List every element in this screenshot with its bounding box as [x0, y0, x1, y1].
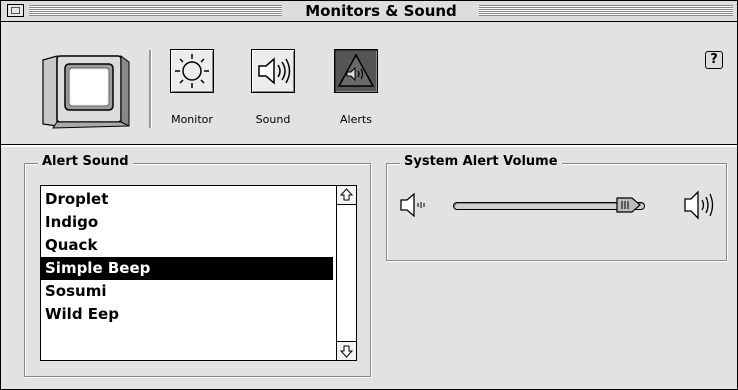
title-stripes-left [29, 5, 282, 16]
volume-slider-thumb[interactable] [616, 194, 642, 216]
list-item[interactable]: Indigo [41, 211, 333, 234]
list-item-selected[interactable]: Simple Beep [41, 257, 333, 280]
list-scrollbar[interactable] [336, 186, 356, 360]
monitor-button-face[interactable] [170, 49, 214, 93]
window-title: Monitors & Sound [286, 2, 476, 20]
alert-sound-list[interactable]: Droplet Indigo Quack Simple Beep Sosumi … [40, 185, 357, 361]
toolbar-divider [149, 50, 152, 128]
alert-sound-group: Alert Sound Droplet Indigo Quack Simple … [24, 154, 371, 377]
scroll-up-button[interactable] [337, 186, 356, 205]
title-bar[interactable]: Monitors & Sound [1, 1, 737, 22]
control-panel-header: Monitor Sound Alerts ? [1, 22, 737, 147]
monitor-button[interactable]: Monitor [170, 49, 228, 126]
alerts-pane: Alert Sound Droplet Indigo Quack Simple … [1, 147, 737, 389]
list-item[interactable]: Quack [41, 234, 333, 257]
monitor-button-label: Monitor [171, 113, 213, 126]
alert-triangle-icon [337, 53, 375, 87]
arrow-down-icon [340, 345, 353, 358]
sound-button-label: Sound [255, 113, 291, 126]
system-alert-volume-title: System Alert Volume [400, 154, 562, 170]
window: Monitors & Sound Monitor Sound Alerts ? … [0, 0, 738, 390]
speaker-high-icon [684, 190, 714, 220]
scroll-down-button[interactable] [337, 341, 356, 360]
close-box[interactable] [7, 4, 24, 17]
list-item[interactable]: Droplet [41, 188, 333, 211]
arrow-up-icon [340, 188, 353, 201]
alert-sound-title: Alert Sound [38, 154, 133, 170]
sound-button-face[interactable] [251, 49, 295, 93]
alerts-button[interactable]: Alerts [334, 49, 392, 126]
alerts-button-label: Alerts [340, 113, 372, 126]
help-button[interactable]: ? [705, 51, 723, 69]
list-item[interactable]: Wild Eep [41, 303, 333, 326]
title-stripes-right [479, 5, 733, 16]
system-alert-volume-group: System Alert Volume [386, 154, 727, 261]
speaker-low-icon [400, 192, 425, 218]
alerts-button-face[interactable] [334, 49, 378, 93]
sound-button[interactable]: Sound [251, 49, 309, 126]
monitor-icon [42, 55, 130, 129]
speaker-icon [258, 57, 291, 85]
sun-icon [175, 54, 209, 88]
list-item[interactable]: Sosumi [41, 280, 333, 303]
volume-slider[interactable] [453, 197, 653, 213]
